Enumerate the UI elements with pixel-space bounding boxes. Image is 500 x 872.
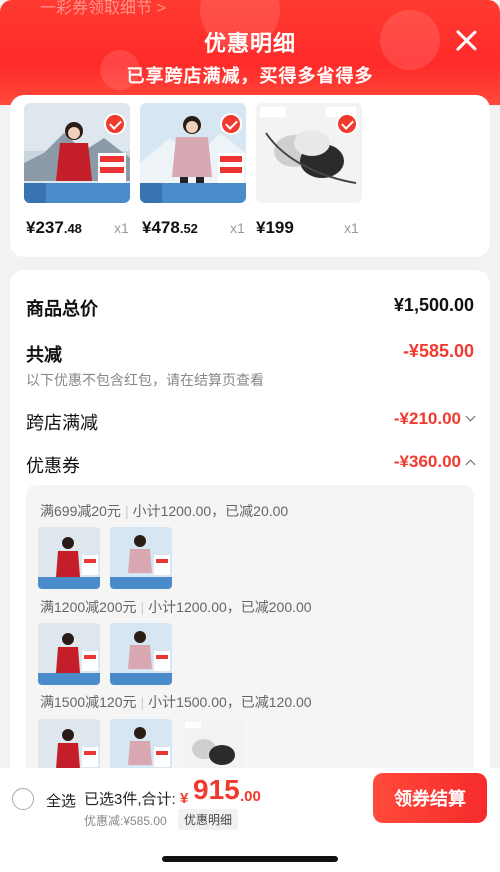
chevron-up-icon	[465, 459, 476, 470]
product-qty: x1	[114, 220, 129, 236]
coupon-rule: 满1200减200元	[40, 599, 137, 615]
coupon-item-thumb-pink-jacket	[110, 623, 172, 685]
selected-check-icon[interactable]	[336, 113, 358, 135]
coupon-row[interactable]: -¥360.00	[393, 452, 476, 472]
product-image-red-jacket[interactable]	[24, 103, 130, 203]
product-image-pink-jacket[interactable]	[140, 103, 246, 203]
total-price-value: ¥1,500.00	[393, 295, 474, 315]
background-peek-text: 一彩券领取细节 >	[40, 0, 166, 17]
product-qty: x1	[344, 220, 359, 236]
checkout-bar: 全选 已选3件,合计: ¥ 915 .00 优惠减:¥585.00 优惠明细 领…	[0, 768, 500, 872]
coupon-rule-line: 满1500减120元 | 小计1500.00，已减120.00	[40, 694, 312, 710]
coupon-rule-line: 满1200减200元 | 小计1200.00，已减200.00	[40, 599, 312, 615]
discount-note: 以下优惠不包含红包，请在结算页查看	[26, 372, 264, 388]
selected-check-icon[interactable]	[104, 113, 126, 135]
coupon-item-thumb-red-jacket	[38, 623, 100, 685]
discount-detail-header: 一彩券领取细节 > 优惠明细 已享跨店满减，买得多省得多	[0, 0, 500, 105]
coupon-rule: 满1500减120元	[40, 694, 137, 710]
coupon-detail: 小计1200.00，已减200.00	[148, 599, 312, 615]
discount-detail-button[interactable]: 优惠明细	[178, 809, 239, 830]
select-all-radio[interactable]	[12, 788, 34, 810]
cross-store-value: -¥210.00	[393, 409, 461, 428]
total-amount-dec: .00	[240, 788, 261, 805]
discount-amount: 优惠减:¥585.00	[84, 814, 167, 828]
product-price: ¥237.48	[26, 218, 82, 237]
select-all-label[interactable]: 全选	[46, 790, 76, 811]
total-reduce-label: 共减	[26, 345, 62, 365]
total-currency: ¥	[180, 790, 189, 807]
product-image-bra[interactable]	[256, 103, 362, 203]
page-subtitle: 已享跨店满减，买得多省得多	[126, 66, 374, 86]
coupon-rule: 满699减20元	[40, 503, 121, 519]
product-price: ¥199	[256, 218, 294, 237]
selected-check-icon[interactable]	[220, 113, 242, 135]
coupon-label: 优惠券	[26, 456, 80, 476]
coupon-rule-line: 满699减20元 | 小计1200.00，已减20.00	[40, 503, 289, 519]
home-indicator[interactable]	[162, 856, 338, 862]
checkout-button[interactable]: 领券结算	[373, 773, 487, 823]
total-price-label: 商品总价	[26, 299, 98, 319]
coupon-detail-list: 满699减20元 | 小计1200.00，已减20.00 满1200减200元 | 小计…	[26, 485, 474, 790]
close-icon[interactable]	[454, 28, 478, 52]
selected-summary: 已选3件,合计:	[84, 791, 176, 808]
cross-store-label: 跨店满减	[26, 413, 98, 433]
coupon-value: -¥360.00	[393, 452, 461, 471]
coupon-detail: 小计1500.00，已减120.00	[148, 694, 312, 710]
coupon-item-thumb-pink-jacket	[110, 527, 172, 589]
product-price: ¥478.52	[142, 218, 198, 237]
coupon-item-thumb-red-jacket	[38, 527, 100, 589]
discount-summary-card: 商品总价 ¥1,500.00 共减 -¥585.00 以下优惠不包含红包，请在结…	[10, 270, 490, 790]
product-qty: x1	[230, 220, 245, 236]
total-reduce-value: -¥585.00	[402, 341, 474, 361]
cross-store-row[interactable]: -¥210.00	[393, 409, 476, 429]
coupon-detail: 小计1200.00，已减20.00	[132, 503, 289, 519]
product-card: ¥237.48 x1 ¥478.52 x1 ¥199 x1	[10, 95, 490, 257]
page-title: 优惠明细	[203, 31, 296, 56]
total-amount-int: 915	[193, 774, 240, 805]
chevron-down-icon	[465, 411, 476, 422]
